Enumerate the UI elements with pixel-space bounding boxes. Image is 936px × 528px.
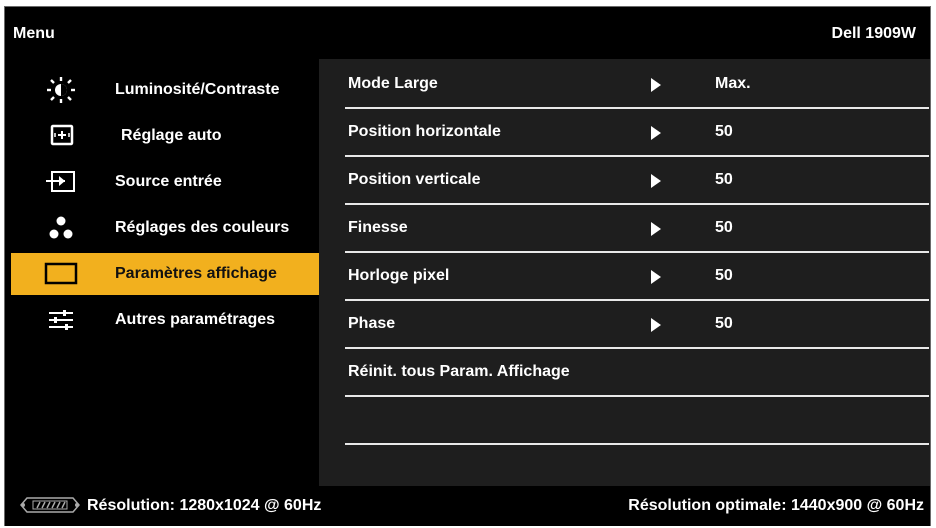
sidebar-item-label: Luminosité/Contraste <box>115 81 280 98</box>
arrow-right-icon <box>651 126 661 140</box>
setting-label: Position horizontale <box>348 123 501 140</box>
arrow-right-icon <box>651 222 661 236</box>
setting-value: 50 <box>715 315 733 332</box>
setting-value: 50 <box>715 123 733 140</box>
display-settings-icon <box>44 262 78 285</box>
setting-label: Phase <box>348 315 396 332</box>
sidebar-item-other-settings[interactable]: Autres paramétrages <box>11 299 319 341</box>
menu-title: Menu <box>13 25 55 42</box>
setting-row-pixel-clock[interactable]: Horloge pixel 50 <box>345 253 929 301</box>
brightness-icon <box>47 77 75 103</box>
setting-row-phase[interactable]: Phase 50 <box>345 301 929 349</box>
setting-row-empty <box>345 397 929 445</box>
sidebar-item-input-source[interactable]: Source entrée <box>11 161 319 203</box>
setting-value: Max. <box>715 75 751 92</box>
sidebar-item-color-settings[interactable]: Réglages des couleurs <box>11 207 319 249</box>
setting-value: 50 <box>715 171 733 188</box>
arrow-right-icon <box>651 270 661 284</box>
setting-row-vertical-position[interactable]: Position verticale 50 <box>345 157 929 205</box>
optimal-resolution: Résolution optimale: 1440x900 @ 60Hz <box>628 497 924 514</box>
setting-value: 50 <box>715 267 733 284</box>
setting-value: 50 <box>715 219 733 236</box>
arrow-right-icon <box>651 174 661 188</box>
sidebar-item-label: Réglages des couleurs <box>115 219 290 236</box>
vga-connector-icon <box>20 497 80 513</box>
osd-menu-window: Menu Dell 1909W Luminosité/Contraste Rég… <box>4 6 931 526</box>
current-resolution: Résolution: 1280x1024 @ 60Hz <box>87 497 322 514</box>
arrow-right-icon <box>651 78 661 92</box>
color-settings-icon <box>49 216 73 239</box>
sidebar-item-auto-adjust[interactable]: Réglage auto <box>11 115 319 157</box>
auto-adjust-icon <box>50 124 74 146</box>
sidebar-item-label: Source entrée <box>115 173 222 190</box>
setting-label: Horloge pixel <box>348 267 450 284</box>
setting-label: Réinit. tous Param. Affichage <box>348 363 570 380</box>
setting-row-wide-mode[interactable]: Mode Large Max. <box>345 61 929 109</box>
other-settings-icon <box>49 310 73 330</box>
setting-label: Position verticale <box>348 171 481 188</box>
setting-row-sharpness[interactable]: Finesse 50 <box>345 205 929 253</box>
osd-header: Menu Dell 1909W <box>5 7 930 59</box>
input-source-icon <box>46 171 75 192</box>
sidebar-item-brightness-contrast[interactable]: Luminosité/Contraste <box>11 69 319 111</box>
row-divider <box>345 443 929 445</box>
settings-panel: Mode Large Max. Position horizontale 50 … <box>319 59 930 486</box>
setting-label: Mode Large <box>348 75 438 92</box>
arrow-right-icon <box>651 318 661 332</box>
setting-row-reset-display[interactable]: Réinit. tous Param. Affichage <box>345 349 929 397</box>
monitor-model: Dell 1909W <box>831 25 916 42</box>
sidebar: Luminosité/Contraste Réglage auto Source… <box>5 59 319 486</box>
setting-label: Finesse <box>348 219 408 236</box>
sidebar-item-label: Paramètres affichage <box>115 265 277 282</box>
setting-row-horizontal-position[interactable]: Position horizontale 50 <box>345 109 929 157</box>
sidebar-item-display-settings[interactable]: Paramètres affichage <box>11 253 319 295</box>
sidebar-item-label: Autres paramétrages <box>115 311 276 328</box>
status-bar: Résolution: 1280x1024 @ 60Hz Résolution … <box>5 486 930 526</box>
sidebar-item-label: Réglage auto <box>121 127 222 144</box>
